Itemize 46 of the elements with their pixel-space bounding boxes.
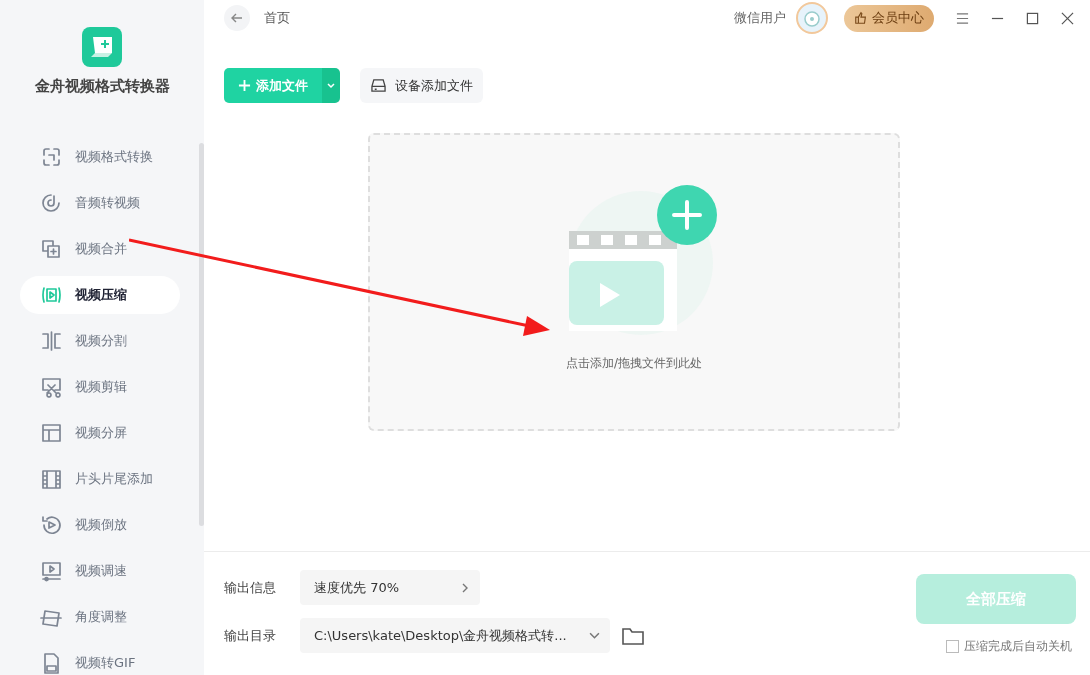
maximize-icon[interactable]: [1026, 11, 1039, 25]
sidebar-item[interactable]: 视频调速: [20, 552, 180, 590]
layout-icon: [40, 422, 62, 444]
drop-hint: 点击添加/拖拽文件到此处: [565, 355, 702, 372]
sidebar-item[interactable]: 视频分割: [20, 322, 180, 360]
sidebar-item[interactable]: 片头片尾添加: [20, 460, 180, 498]
monitor-icon: [40, 560, 62, 582]
sidebar-item[interactable]: 视频分屏: [20, 414, 180, 452]
checkbox[interactable]: [946, 640, 959, 653]
film-icon: [40, 468, 62, 490]
shutdown-label: 压缩完成后自动关机: [964, 638, 1072, 655]
thumbs-up-icon: [854, 11, 868, 25]
back-arrow-icon: [230, 11, 244, 25]
frame-corners-icon: [40, 146, 62, 168]
vip-center-button[interactable]: 会员中心: [844, 4, 934, 32]
folder-icon[interactable]: [622, 626, 644, 645]
video-compress-icon: [40, 284, 62, 306]
sidebar-item[interactable]: 视频倒放: [20, 506, 180, 544]
chevron-right-icon: [460, 582, 470, 593]
user-name: 微信用户: [734, 9, 786, 27]
sidebar-item[interactable]: 视频剪辑: [20, 368, 180, 406]
replay-icon: [40, 514, 62, 536]
merge-icon: [40, 238, 62, 260]
output-info-field[interactable]: 速度优先 70%: [300, 570, 480, 605]
sidebar-item[interactable]: 视频格式转换: [20, 138, 180, 176]
app-logo-icon: [82, 27, 122, 67]
caret-icon: [326, 80, 336, 91]
sidebar-item[interactable]: 音频转视频: [20, 184, 180, 222]
menu-icon[interactable]: [956, 11, 969, 25]
sidebar-item[interactable]: 视频压缩: [20, 276, 180, 314]
sidebar-item[interactable]: 视频合并: [20, 230, 180, 268]
breadcrumb: 首页: [264, 9, 290, 27]
app-name: 金舟视频格式转换器: [34, 77, 170, 96]
output-dir-label: 输出目录: [224, 626, 277, 645]
plus-icon: [238, 79, 251, 92]
device-add-button[interactable]: 设备添加文件: [360, 68, 483, 103]
output-dir-field[interactable]: C:\Users\kate\Desktop\金舟视频格式转...: [300, 618, 610, 653]
split-icon: [40, 330, 62, 352]
scissors-icon: [40, 376, 62, 398]
sidebar-item[interactable]: 视频转GIF: [20, 644, 180, 675]
drive-icon: [370, 78, 387, 93]
chevron-down-icon: [589, 630, 600, 641]
output-info-label: 输出信息: [224, 578, 277, 597]
drop-zone[interactable]: 点击添加/拖拽文件到此处: [368, 133, 900, 431]
close-icon[interactable]: [1061, 11, 1074, 25]
sidebar-item[interactable]: 角度调整: [20, 598, 180, 636]
